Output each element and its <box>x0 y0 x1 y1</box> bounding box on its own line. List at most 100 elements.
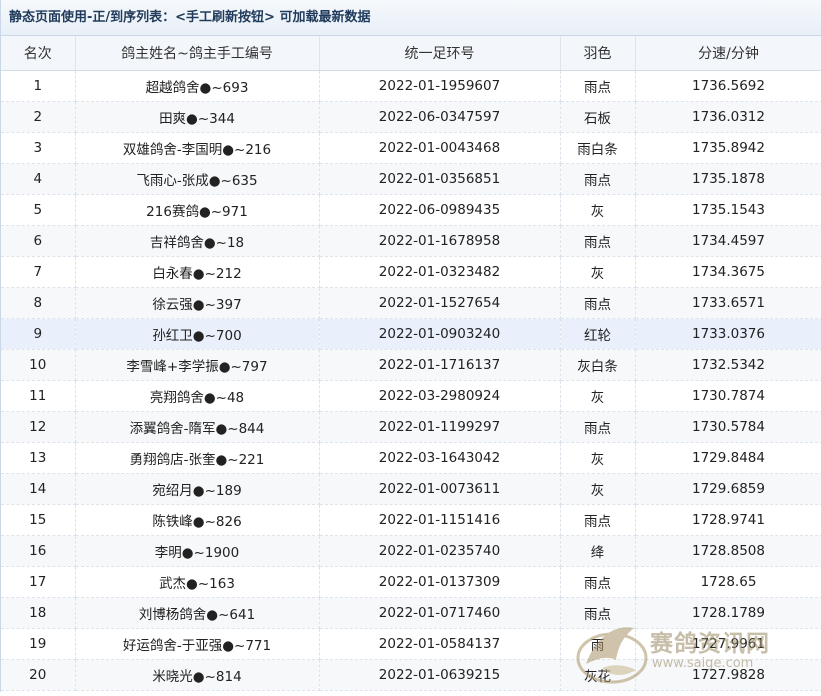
feather-color-cell: 雨点 <box>560 287 636 319</box>
speed-cell: 1728.65 <box>635 566 821 598</box>
table-row[interactable]: 13 勇翔鸽店-张奎●~221 2022-03-1643042 灰 1729.8484 <box>1 442 821 474</box>
table-row[interactable]: 18 刘博杨鸽舍●~641 2022-01-0717460 雨点 1728.1789 <box>1 597 821 629</box>
ring-number-cell: 2022-01-0356851 <box>319 163 561 195</box>
feather-color-cell: 雨白条 <box>560 132 636 164</box>
speed-cell: 1727.9961 <box>635 628 821 660</box>
speed-cell: 1732.5342 <box>635 349 821 381</box>
table-row[interactable]: 15 陈铁峰●~826 2022-01-1151416 雨点 1728.9741 <box>1 504 821 536</box>
ring-number-cell: 2022-03-2980924 <box>319 380 561 412</box>
ring-number-cell: 2022-01-1199297 <box>319 411 561 443</box>
ring-number-cell: 2022-01-1716137 <box>319 349 561 381</box>
table-row[interactable]: 7 白永春●~212 2022-01-0323482 灰 1734.3675 <box>1 256 821 288</box>
owner-cell: 216赛鸽●~971 <box>75 194 320 226</box>
feather-color-cell: 灰 <box>560 473 636 505</box>
owner-cell: 飞雨心-张成●~635 <box>75 163 320 195</box>
ring-number-cell: 2022-01-1678958 <box>319 225 561 257</box>
rank-cell: 15 <box>1 504 76 536</box>
speed-cell: 1735.1878 <box>635 163 821 195</box>
table-row[interactable]: 8 徐云强●~397 2022-01-1527654 雨点 1733.6571 <box>1 287 821 319</box>
column-header-color[interactable]: 羽色 <box>560 36 636 71</box>
table-row[interactable]: 9 孙红卫●~700 2022-01-0903240 红轮 1733.0376 <box>1 318 821 350</box>
speed-cell: 1727.9828 <box>635 659 821 691</box>
table-row[interactable]: 12 添翼鸽舍-隋军●~844 2022-01-1199297 雨点 1730.5784 <box>1 411 821 443</box>
owner-cell: 勇翔鸽店-张奎●~221 <box>75 442 320 474</box>
feather-color-cell: 红轮 <box>560 318 636 350</box>
owner-cell: 好运鸽舍-于亚强●~771 <box>75 628 320 660</box>
speed-cell: 1730.7874 <box>635 380 821 412</box>
owner-cell: 武杰●~163 <box>75 566 320 598</box>
table-row[interactable]: 19 好运鸽舍-于亚强●~771 2022-01-0584137 雨 1727.9961 <box>1 628 821 660</box>
column-header-rank[interactable]: 名次 <box>1 36 76 71</box>
owner-cell: 米晓光●~814 <box>75 659 320 691</box>
rank-cell: 13 <box>1 442 76 474</box>
owner-cell: 徐云强●~397 <box>75 287 320 319</box>
table-row[interactable]: 2 田爽●~344 2022-06-0347597 石板 1736.0312 <box>1 101 821 133</box>
ring-number-cell: 2022-01-1151416 <box>319 504 561 536</box>
rank-cell: 6 <box>1 225 76 257</box>
feather-color-cell: 雨点 <box>560 504 636 536</box>
table-row[interactable]: 14 宛绍月●~189 2022-01-0073611 灰 1729.6859 <box>1 473 821 505</box>
feather-color-cell: 雨点 <box>560 163 636 195</box>
rank-cell: 17 <box>1 566 76 598</box>
owner-cell: 双雄鸽舍-李国明●~216 <box>75 132 320 164</box>
feather-color-cell: 石板 <box>560 101 636 133</box>
rank-cell: 12 <box>1 411 76 443</box>
rank-cell: 5 <box>1 194 76 226</box>
table-row[interactable]: 3 双雄鸽舍-李国明●~216 2022-01-0043468 雨白条 1735.894… <box>1 132 821 164</box>
speed-cell: 1730.5784 <box>635 411 821 443</box>
table-row[interactable]: 10 李雪峰+李学振●~797 2022-01-1716137 灰白条 1732.534… <box>1 349 821 381</box>
speed-cell: 1728.1789 <box>635 597 821 629</box>
table-row[interactable]: 6 吉祥鸽舍●~18 2022-01-1678958 雨点 1734.4597 <box>1 225 821 257</box>
feather-color-cell: 雨点 <box>560 225 636 257</box>
feather-color-cell: 灰花 <box>560 659 636 691</box>
owner-cell: 添翼鸽舍-隋军●~844 <box>75 411 320 443</box>
table-row[interactable]: 16 李明●~1900 2022-01-0235740 绛 1728.8508 <box>1 535 821 567</box>
ring-number-cell: 2022-01-0717460 <box>319 597 561 629</box>
rank-cell: 14 <box>1 473 76 505</box>
ring-number-cell: 2022-01-1527654 <box>319 287 561 319</box>
ring-number-cell: 2022-01-0235740 <box>319 535 561 567</box>
speed-cell: 1736.0312 <box>635 101 821 133</box>
table-row[interactable]: 20 米晓光●~814 2022-01-0639215 灰花 1727.9828 <box>1 659 821 691</box>
owner-cell: 白永春●~212 <box>75 256 320 288</box>
owner-cell: 超越鸽舍●~693 <box>75 70 320 102</box>
column-header-speed[interactable]: 分速/分钟 <box>635 36 821 71</box>
table-row[interactable]: 5 216赛鸽●~971 2022-06-0989435 灰 1735.1543 <box>1 194 821 226</box>
speed-cell: 1734.3675 <box>635 256 821 288</box>
ring-number-cell: 2022-01-0584137 <box>319 628 561 660</box>
ring-number-cell: 2022-01-0639215 <box>319 659 561 691</box>
owner-cell: 刘博杨鸽舍●~641 <box>75 597 320 629</box>
ring-number-cell: 2022-06-0989435 <box>319 194 561 226</box>
feather-color-cell: 雨 <box>560 628 636 660</box>
feather-color-cell: 雨点 <box>560 411 636 443</box>
results-table: 名次 鸽主姓名~鸽主手工编号 统一足环号 羽色 分速/分钟 1 超越鸽舍●~693… <box>1 36 821 691</box>
feather-color-cell: 雨点 <box>560 597 636 629</box>
feather-color-cell: 灰 <box>560 380 636 412</box>
owner-cell: 李雪峰+李学振●~797 <box>75 349 320 381</box>
feather-color-cell: 雨点 <box>560 566 636 598</box>
table-row[interactable]: 11 亮翔鸽舍●~48 2022-03-2980924 灰 1730.7874 <box>1 380 821 412</box>
speed-cell: 1733.6571 <box>635 287 821 319</box>
speed-cell: 1734.4597 <box>635 225 821 257</box>
rank-cell: 1 <box>1 70 76 102</box>
table-row[interactable]: 17 武杰●~163 2022-01-0137309 雨点 1728.65 <box>1 566 821 598</box>
rank-cell: 8 <box>1 287 76 319</box>
rank-cell: 7 <box>1 256 76 288</box>
rank-cell: 19 <box>1 628 76 660</box>
ring-number-cell: 2022-01-0073611 <box>319 473 561 505</box>
column-header-owner[interactable]: 鸽主姓名~鸽主手工编号 <box>75 36 320 71</box>
speed-cell: 1733.0376 <box>635 318 821 350</box>
ring-number-cell: 2022-01-0323482 <box>319 256 561 288</box>
page-title: 静态页面使用-正/到序列表：<手工刷新按钮> 可加载最新数据 <box>1 0 821 36</box>
ring-number-cell: 2022-01-0137309 <box>319 566 561 598</box>
rank-cell: 11 <box>1 380 76 412</box>
owner-cell: 孙红卫●~700 <box>75 318 320 350</box>
owner-cell: 李明●~1900 <box>75 535 320 567</box>
owner-cell: 陈铁峰●~826 <box>75 504 320 536</box>
feather-color-cell: 灰 <box>560 442 636 474</box>
table-row[interactable]: 1 超越鸽舍●~693 2022-01-1959607 雨点 1736.5692 <box>1 70 821 102</box>
table-row[interactable]: 4 飞雨心-张成●~635 2022-01-0356851 雨点 1735.1878 <box>1 163 821 195</box>
ring-number-cell: 2022-03-1643042 <box>319 442 561 474</box>
table-header-row: 名次 鸽主姓名~鸽主手工编号 统一足环号 羽色 分速/分钟 <box>1 36 821 71</box>
column-header-ring[interactable]: 统一足环号 <box>319 36 561 71</box>
